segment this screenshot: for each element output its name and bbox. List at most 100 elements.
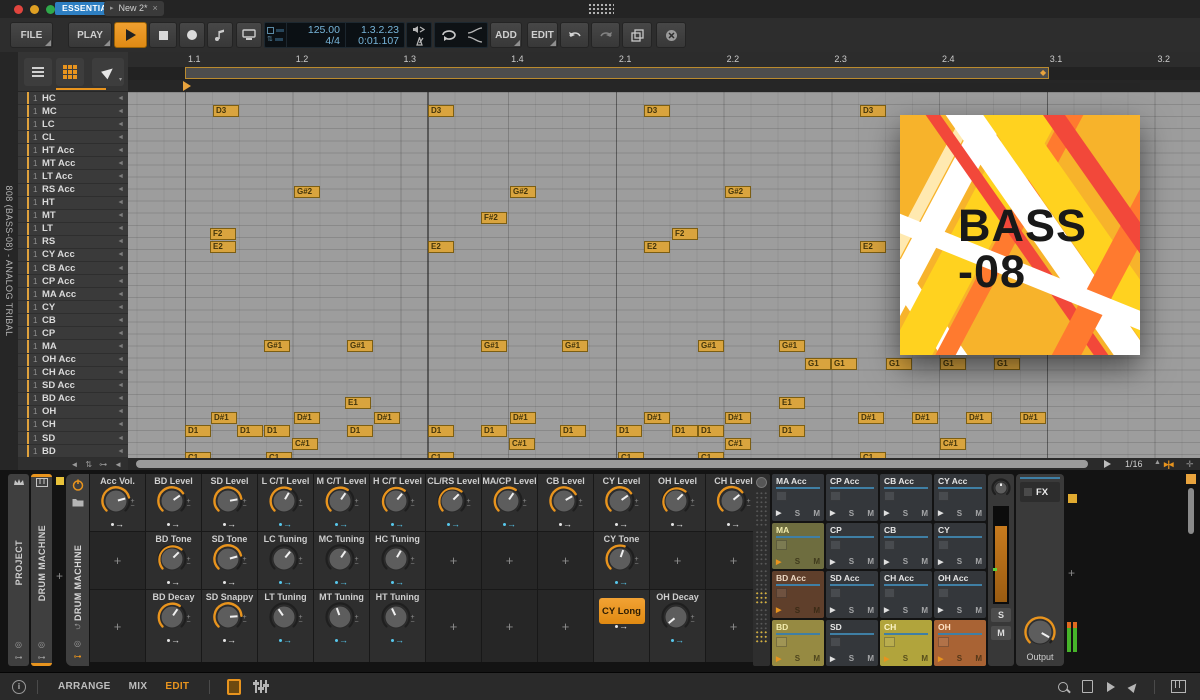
drum-pad-cb-acc[interactable]: CB Acc ▶ S M (880, 474, 932, 521)
mod-route-indicator[interactable]: → (615, 519, 628, 529)
track-speaker-icon[interactable]: ◄ (117, 121, 124, 128)
pad-mute-button[interactable]: M (867, 557, 874, 566)
device-vscroll-thumb[interactable] (1188, 488, 1194, 534)
midi-note[interactable]: C#1 (725, 438, 751, 450)
pad-play-button[interactable]: ▶ (938, 606, 943, 614)
hscroll-thumb[interactable] (136, 460, 1088, 468)
midi-note[interactable]: D1 (185, 425, 211, 437)
track-row[interactable]: 1 SD ◄ (18, 432, 128, 446)
midi-note[interactable]: G#1 (562, 340, 588, 352)
track-speaker-icon[interactable]: ◄ (117, 199, 124, 206)
macro-knob[interactable]: + − (436, 485, 471, 522)
midi-note[interactable]: D1 (616, 425, 642, 437)
pad-mute-button[interactable]: M (975, 654, 982, 663)
track-speaker-icon[interactable]: ◄ (117, 317, 124, 324)
macro-cell-bd-level[interactable]: BD Level + − → (146, 474, 201, 531)
automation-curve2-icon[interactable] (467, 36, 483, 43)
knob-plusminus[interactable]: + − (186, 498, 190, 510)
midi-note[interactable]: D1 (264, 425, 290, 437)
midi-note[interactable]: G#2 (294, 186, 320, 198)
panel-color-swatch[interactable] (1186, 474, 1196, 484)
pad-play-button[interactable]: ▶ (938, 509, 943, 517)
macro-cell-ht-tuning[interactable]: HT Tuning + − → (370, 590, 425, 662)
empty-macro-slot[interactable]: + (650, 532, 705, 589)
track-row[interactable]: 1 CL ◄ (18, 131, 128, 145)
knob-plusminus[interactable]: + − (242, 556, 246, 568)
pad-mute-button[interactable]: M (867, 509, 874, 518)
pad-mute-button[interactable]: M (813, 606, 820, 615)
mod-route-indicator[interactable]: → (391, 519, 404, 529)
track-row[interactable]: 1 CY Acc ◄ (18, 248, 128, 263)
pad-mute-button[interactable]: M (975, 557, 982, 566)
drum-machine-device-header[interactable]: DRUM MACHINE ⮌ ◎ ⊶ (66, 474, 89, 666)
macro-cell-m-c-t-level[interactable]: M C/T Level + − → (314, 474, 369, 531)
macro-cell-oh-decay[interactable]: OH Decay + − → (650, 590, 705, 662)
pad-sample-slot[interactable] (830, 539, 841, 550)
mute-button[interactable]: M (991, 626, 1011, 640)
track-row[interactable]: 1 CB ◄ (18, 314, 128, 328)
pad-sample-slot[interactable] (830, 636, 841, 647)
track-speaker-icon[interactable]: ◄ (117, 265, 124, 272)
track-speaker-icon[interactable]: ◄ (117, 408, 124, 415)
midi-note[interactable]: F#2 (481, 212, 507, 224)
track-row[interactable]: 1 RS Acc ◄ (18, 183, 128, 197)
pad-sample-slot[interactable] (884, 539, 895, 550)
midi-note[interactable]: D1 (698, 425, 724, 437)
output-knob[interactable] (1023, 615, 1057, 654)
midi-note[interactable]: E2 (644, 241, 670, 253)
grid-size-icon[interactable]: ✛ (1186, 459, 1194, 470)
audition-speaker-icon[interactable] (413, 25, 425, 34)
track-speaker-icon[interactable]: ◄ (117, 225, 124, 232)
stop-button[interactable] (149, 22, 177, 48)
track-speaker-icon[interactable]: ◄ (117, 304, 124, 311)
midi-note[interactable]: D#1 (725, 412, 751, 424)
macro-cell-cy-tone[interactable]: CY Tone + − → (594, 532, 649, 589)
macro-knob[interactable]: + − (156, 601, 191, 638)
drum-pad-cp[interactable]: CP ▶ S M (826, 522, 878, 569)
loop-icon[interactable] (440, 29, 458, 41)
macro-knob[interactable]: + − (380, 485, 415, 522)
knob-plusminus[interactable]: + − (298, 614, 302, 626)
add-device-before-button[interactable]: + (56, 569, 63, 583)
knob-plusminus[interactable]: + − (186, 614, 190, 626)
mod-route-icon[interactable]: ⊶ (99, 460, 107, 469)
macro-cell-mt-tuning[interactable]: MT Tuning + − → (314, 590, 369, 662)
pad-mute-button[interactable]: M (867, 606, 874, 615)
macro-cell-oh-level[interactable]: OH Level + − → (650, 474, 705, 531)
track-row[interactable]: 1 CB Acc ◄ (18, 262, 128, 276)
midi-note[interactable]: G1 (886, 358, 912, 370)
mod-route-indicator[interactable]: → (727, 519, 740, 529)
pad-solo-button[interactable]: S (903, 557, 908, 566)
midi-note[interactable]: E2 (210, 241, 236, 253)
mod-route-indicator[interactable]: → (503, 519, 516, 529)
pad-play-button[interactable]: ▶ (776, 655, 781, 663)
mod-route-indicator[interactable]: → (111, 519, 124, 529)
mod-route-indicator[interactable]: → (671, 635, 684, 645)
add-fx-button[interactable]: + (1068, 566, 1075, 580)
transport-display[interactable]: ⇅ 125.00 4/4 1.3.2.23 0:01.107 (264, 22, 405, 48)
view-arrange[interactable]: ARRANGE (58, 681, 111, 692)
piano-panel-icon[interactable] (1171, 680, 1186, 693)
play-menu-button[interactable]: PLAY (68, 22, 112, 48)
pad-sample-slot[interactable] (938, 636, 949, 647)
drum-pad-ma[interactable]: MA ▶ S M (772, 522, 824, 569)
empty-macro-slot[interactable]: + (90, 532, 145, 589)
mod-route-indicator[interactable]: → (615, 621, 628, 631)
pad-play-button[interactable]: ▶ (830, 655, 835, 663)
track-speaker-icon[interactable]: ◄ (117, 160, 124, 167)
macro-knob[interactable]: + − (268, 543, 303, 580)
track-speaker-icon[interactable]: ◄ (117, 95, 124, 102)
knob-plusminus[interactable]: + − (746, 498, 750, 510)
mod-route-indicator[interactable]: → (335, 519, 348, 529)
midi-note[interactable]: E1 (345, 397, 371, 409)
empty-macro-slot[interactable]: + (426, 590, 481, 662)
midi-note[interactable]: G1 (940, 358, 966, 370)
macro-knob[interactable]: + − (324, 485, 359, 522)
drum-pad-cb[interactable]: CB ▶ S M (880, 522, 932, 569)
loop-end-handle[interactable]: ◆ (1040, 68, 1046, 78)
pad-play-button[interactable]: ▶ (830, 558, 835, 566)
mod-route-indicator[interactable]: → (167, 519, 180, 529)
file-menu-button[interactable]: FILE (10, 22, 53, 48)
track-speaker-icon[interactable]: ◄ (117, 382, 124, 389)
macro-knob[interactable]: + − (156, 543, 191, 580)
